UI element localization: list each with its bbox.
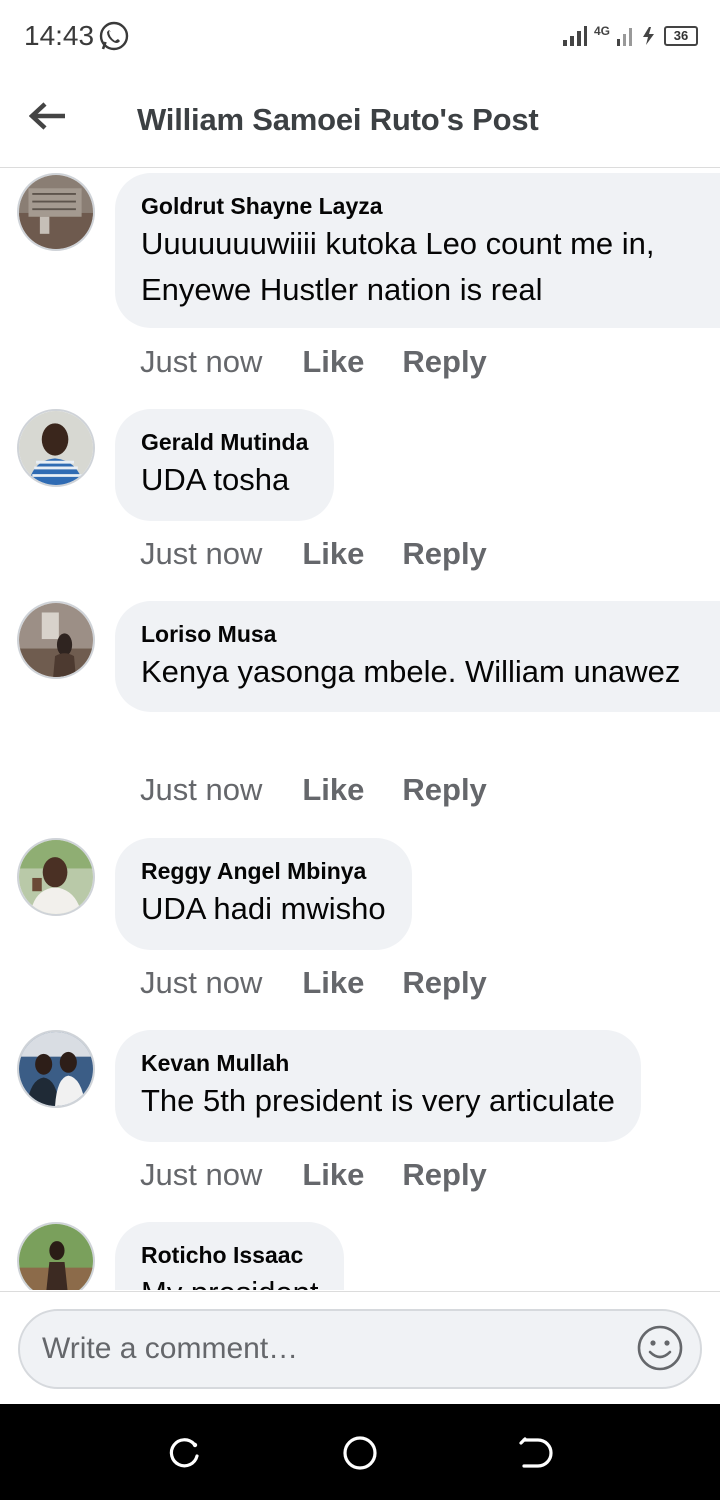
comment-bubble[interactable]: Reggy Angel Mbinya UDA hadi mwisho [115,838,412,950]
comment-actions: Just now Like Reply [140,965,525,1001]
comment-composer [0,1291,720,1404]
system-icons: 4G 36 [562,20,698,52]
like-button[interactable]: Like [302,772,364,808]
comment-text: Uuuuuuuwiiii kutoka Leo count me in, Eny… [141,226,655,307]
comment-text: UDA hadi mwisho [141,891,386,926]
home-icon [343,1436,377,1470]
comment-author[interactable]: Goldrut Shayne Layza [141,191,709,221]
comment-actions: Just now Like Reply [140,344,525,380]
comment-author[interactable]: Roticho Issaac [141,1240,318,1270]
like-button[interactable]: Like [302,1157,364,1193]
comment-time[interactable]: Just now [140,1157,262,1193]
reply-button[interactable]: Reply [402,344,486,380]
avatar[interactable] [17,838,95,916]
charging-icon [643,27,654,45]
signal-2-icon [617,28,632,46]
status-time: 14:43 [24,20,95,51]
reply-button[interactable]: Reply [402,1157,486,1193]
app-header: William Samoei Ruto's Post [0,72,720,168]
network-type: 4G [593,24,610,38]
reply-button[interactable]: Reply [402,772,486,808]
emoji-button[interactable] [636,1324,684,1372]
system-nav-bar [0,1404,720,1500]
reply-button[interactable]: Reply [402,965,486,1001]
avatar[interactable] [17,601,95,679]
smiley-icon [637,1325,683,1371]
comment-bubble[interactable]: Roticho Issaac My president [115,1222,345,1290]
back-nav-button[interactable] [516,1434,554,1472]
avatar[interactable] [17,1222,95,1290]
comment-text: My president [141,1270,318,1290]
comment-actions: Just now Like Reply [140,536,525,572]
comment-bubble[interactable]: Goldrut Shayne Layza Uuuuuuuwiiii kutoka… [115,173,720,328]
back-nav-icon [519,1437,553,1468]
reply-button[interactable]: Reply [402,536,486,572]
comment-input[interactable] [18,1309,702,1389]
comment-author[interactable]: Loriso Musa [141,619,694,649]
comment-author[interactable]: Gerald Mutinda [141,427,308,457]
comment-bubble[interactable]: Gerald Mutinda UDA tosha [115,409,335,521]
page-title: William Samoei Ruto's Post [137,102,539,137]
comment-bubble[interactable]: Loriso Musa Kenya yasonga mbele. William… [115,601,720,712]
like-button[interactable]: Like [302,344,364,380]
comment-author[interactable]: Reggy Angel Mbinya [141,856,386,886]
comment-text: UDA tosha [141,462,290,497]
comment-bubble[interactable]: Kevan Mullah The 5th president is very a… [115,1030,641,1142]
battery-icon: 36 [664,26,698,46]
signal-icon [562,26,587,46]
like-button[interactable]: Like [302,536,364,572]
back-button[interactable] [26,96,70,136]
comment-time[interactable]: Just now [140,772,262,808]
comment-actions: Just now Like Reply [140,772,525,808]
comments-list[interactable]: Goldrut Shayne Layza Uuuuuuuwiiii kutoka… [0,169,720,1290]
comment-time[interactable]: Just now [140,965,262,1001]
comment-text: Kenya yasonga mbele. William unawez [141,654,681,689]
recents-icon [169,1438,199,1468]
avatar[interactable] [17,173,95,251]
avatar[interactable] [17,409,95,487]
comment-time[interactable]: Just now [140,536,262,572]
arrow-left-icon [29,102,65,130]
home-button[interactable] [341,1434,379,1472]
like-button[interactable]: Like [302,965,364,1001]
comment-time[interactable]: Just now [140,344,262,380]
comment-author[interactable]: Kevan Mullah [141,1048,615,1078]
comment-text: The 5th president is very articulate [141,1083,615,1118]
whatsapp-icon [98,20,130,52]
avatar[interactable] [17,1030,95,1108]
status-bar: 14:43 4G 36 [0,0,720,72]
recents-button[interactable] [166,1434,204,1472]
comment-actions: Just now Like Reply [140,1157,525,1193]
